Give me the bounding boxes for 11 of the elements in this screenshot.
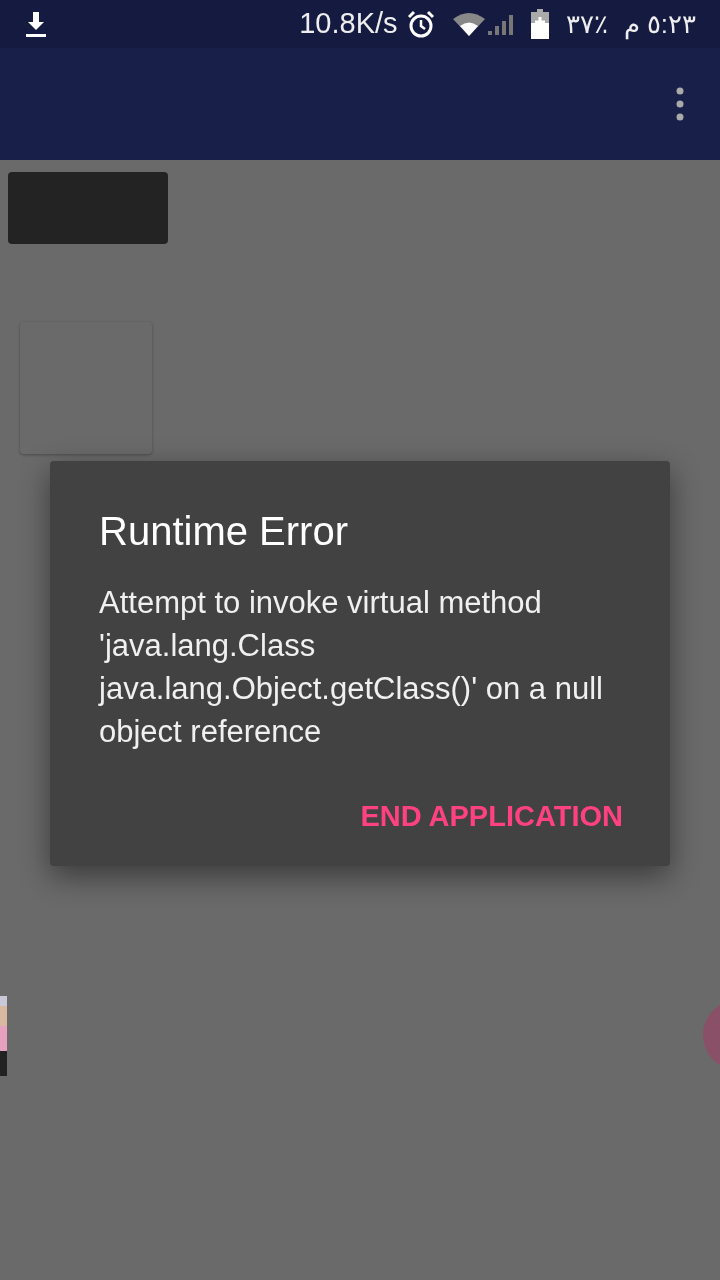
alarm-icon [405,9,436,39]
end-application-button[interactable]: END APPLICATION [360,795,623,839]
battery-charging-icon [529,9,550,39]
battery-percent: ۳۷٪ [565,7,608,41]
download-icon [24,10,48,38]
wifi-icon [451,11,486,37]
dialog-message: Attempt to invoke virtual method 'java.lang.Class java.lang.Object.getClass()' on a null object reference [99,584,604,751]
clock: ٥:٢٣ م [623,7,696,42]
dialog-title: Runtime Error [99,508,349,555]
network-speed: 10.8K/s [299,6,398,42]
more-options-icon[interactable] [676,87,684,121]
